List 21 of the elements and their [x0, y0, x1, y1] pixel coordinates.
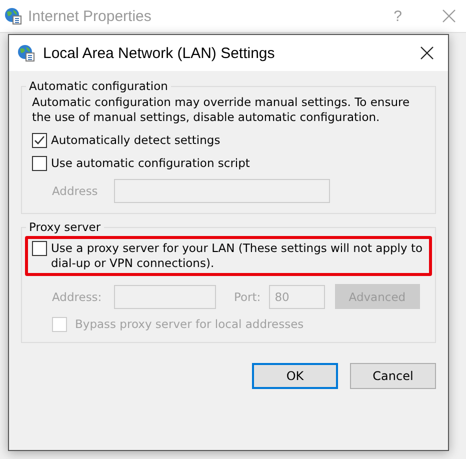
- checkbox[interactable]: [32, 156, 47, 171]
- globe-icon: [17, 44, 35, 62]
- checkbox-label[interactable]: Automatically detect settings: [51, 133, 220, 148]
- field-label: Address:: [52, 290, 103, 304]
- description-text: Automatic configuration may override manual settings. To ensure the use of manual settings, disable automatic configuration.: [32, 95, 411, 125]
- window-title: Internet Properties: [28, 8, 152, 24]
- field-label: Port:: [234, 290, 261, 304]
- checkbox[interactable]: [32, 133, 47, 148]
- checkbox-label[interactable]: Use a proxy server for your LAN (These settings will not apply to dial-up or VPN connections).: [51, 241, 425, 271]
- dialog-button[interactable]: Cancel: [350, 363, 436, 389]
- dialog-title: Local Area Network (LAN) Settings: [43, 44, 276, 62]
- group-label: Proxy server: [28, 220, 102, 234]
- checkbox-label[interactable]: Use automatic configuration script: [51, 156, 250, 171]
- dialog-button[interactable]: OK: [252, 363, 338, 389]
- checkbox[interactable]: [32, 241, 47, 256]
- input-field[interactable]: [114, 179, 330, 203]
- field-label: Address: [52, 184, 99, 198]
- close-icon[interactable]: [420, 46, 434, 60]
- group-label: Automatic configuration: [28, 79, 169, 93]
- globe-icon: [4, 7, 22, 25]
- input-field[interactable]: [114, 284, 216, 308]
